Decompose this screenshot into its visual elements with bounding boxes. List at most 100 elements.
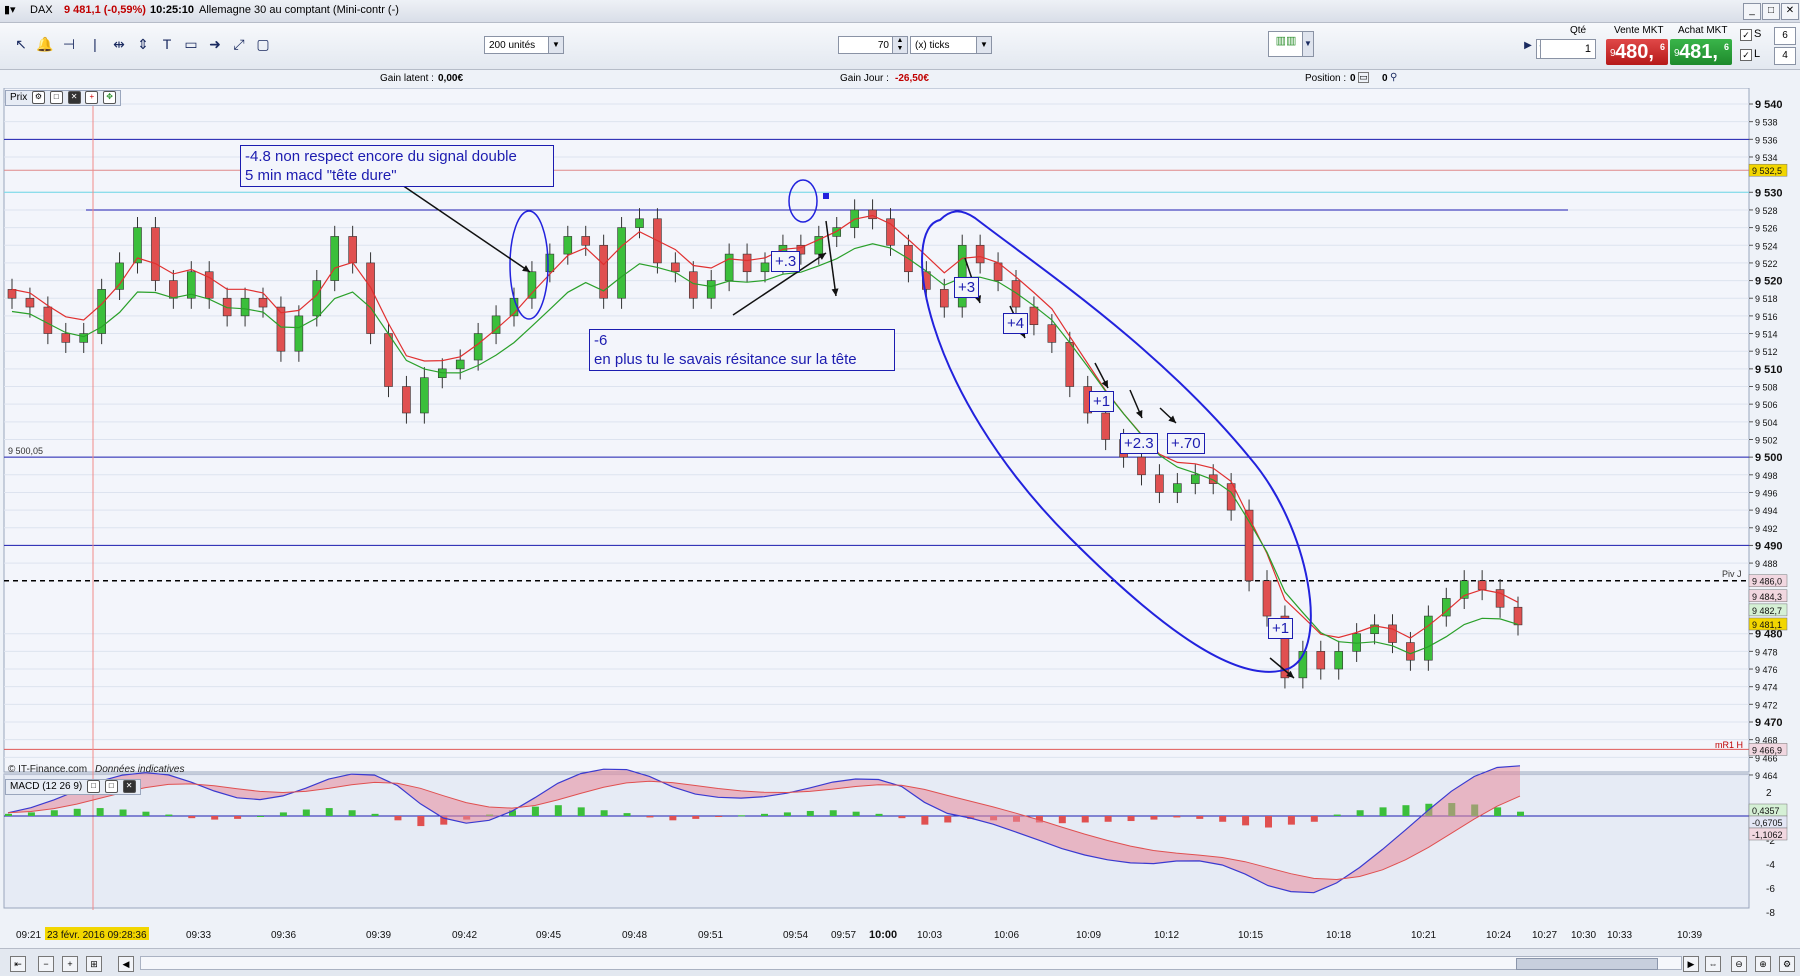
collapse-arrow-icon[interactable]: ▶ xyxy=(1524,37,1532,55)
scroll-start-icon[interactable]: ⇤ xyxy=(10,956,26,972)
tag-plus-4[interactable]: +4 xyxy=(1003,313,1029,334)
add-indicator-icon[interactable]: + xyxy=(85,91,99,104)
price-tick-label: 9 536 xyxy=(1755,135,1778,145)
fit-icon[interactable]: ⊞ xyxy=(86,956,102,972)
macd-histogram-bar xyxy=(1517,811,1524,816)
close-icon[interactable]: ✕ xyxy=(67,91,81,104)
macd-histogram-bar xyxy=(1287,816,1295,825)
price-tick-label: 9 506 xyxy=(1755,400,1778,410)
candle-up xyxy=(330,236,340,281)
tag-plus-1-a[interactable]: +1 xyxy=(1089,391,1115,412)
wrench-icon[interactable]: ⚙ xyxy=(32,91,46,104)
time-label: 09:39 xyxy=(366,930,391,941)
chevron-down-icon[interactable]: ▼ xyxy=(1302,31,1314,57)
scroll-track[interactable] xyxy=(140,956,1682,970)
macd-histogram-bar xyxy=(96,808,104,816)
candle-up xyxy=(527,271,537,299)
price-panel-label: Prix ⚙ □ ✕ + ✥ xyxy=(5,90,122,106)
vertical-line-icon[interactable]: | xyxy=(86,35,104,53)
s-checkbox[interactable]: ✓ xyxy=(1740,29,1752,41)
position-label: Position : xyxy=(1305,73,1347,84)
chevron-down-icon[interactable]: ▼ xyxy=(976,37,991,53)
qty-input[interactable]: 1 xyxy=(1540,39,1596,59)
scroll-thumb[interactable] xyxy=(1516,958,1658,970)
move-icon[interactable]: ✥ xyxy=(103,91,117,104)
spinner-icon[interactable]: ▲ ▼ xyxy=(892,37,907,53)
window-icon[interactable]: □ xyxy=(49,91,63,104)
maximize-icon[interactable]: □ xyxy=(1762,3,1780,20)
macd-histogram-bar xyxy=(1081,816,1089,823)
expand-icon[interactable]: ⇔ xyxy=(1705,956,1721,972)
macd-histogram-bar xyxy=(1333,814,1341,816)
horizontal-line-icon[interactable]: ⊣ xyxy=(60,35,78,53)
chevron-down-icon[interactable]: ▼ xyxy=(548,37,563,53)
position-icon[interactable]: ▭ xyxy=(1358,72,1369,83)
tag-plus-03[interactable]: +.3 xyxy=(771,251,801,272)
annotation-note-1[interactable]: -4.8 non respect encore du signal double… xyxy=(240,145,554,187)
time-label: 23 févr. 2016 09:28:36 xyxy=(47,930,147,941)
price-tick-label: 9 520 xyxy=(1755,276,1783,288)
piv-label: Piv J xyxy=(1722,569,1742,579)
instrument-icon[interactable]: ▮▾ xyxy=(4,3,16,16)
candle-up xyxy=(1173,483,1182,493)
gain-latent-label: Gain latent : xyxy=(380,73,434,84)
search-zoom-out-icon[interactable]: ⊖ xyxy=(1731,956,1747,972)
macd-histogram-bar xyxy=(142,811,150,816)
time-label: 09:45 xyxy=(536,930,561,941)
macd-tick-label: -6 xyxy=(1766,884,1775,895)
window-icon[interactable]: □ xyxy=(104,780,118,793)
l-checkbox[interactable]: ✓ xyxy=(1740,49,1752,61)
scroll-left-icon[interactable]: ◀ xyxy=(118,956,134,972)
macd-histogram-bar xyxy=(1265,816,1272,828)
cursor-icon[interactable]: ↖ xyxy=(12,35,30,53)
ticks-select[interactable]: (x) ticks ▼ xyxy=(910,36,992,54)
candle-down xyxy=(384,333,393,387)
arrow-tool-icon[interactable]: ➜ xyxy=(206,35,224,53)
tag-plus-1-b[interactable]: +1 xyxy=(1268,618,1294,639)
annotation-note-2[interactable]: -6 en plus tu le savais résitance sur la… xyxy=(589,329,895,371)
tag-plus-3[interactable]: +3 xyxy=(954,277,980,298)
text-tool-icon[interactable]: T xyxy=(158,35,176,53)
ticks-input[interactable]: 70 ▲ ▼ xyxy=(838,36,908,54)
time-label: 10:00 xyxy=(869,929,897,941)
l-value[interactable]: 4 xyxy=(1774,47,1796,65)
close-icon[interactable]: ✕ xyxy=(1781,3,1799,20)
candle-down xyxy=(671,262,680,273)
settings-gear-icon[interactable]: ⚙ xyxy=(1779,956,1795,972)
current-time: 10:25:10 xyxy=(150,4,195,16)
tag-plus-070[interactable]: +.70 xyxy=(1167,433,1205,454)
alert-bell-icon[interactable]: 🔔 xyxy=(36,35,54,53)
zoom-in-icon[interactable]: + xyxy=(62,956,78,972)
price-tick-label: 9 502 xyxy=(1755,435,1778,445)
search-zoom-in-icon[interactable]: ⊕ xyxy=(1755,956,1771,972)
vertical-measure-icon[interactable]: ⇕ xyxy=(134,35,152,53)
minimize-icon[interactable]: _ xyxy=(1743,3,1761,20)
close-icon[interactable]: ✕ xyxy=(122,780,136,793)
time-label: 10:12 xyxy=(1154,930,1179,941)
zoom-out-icon[interactable]: − xyxy=(38,956,54,972)
price-tick-label: 9 488 xyxy=(1755,559,1778,569)
units-select[interactable]: 200 unités ▼ xyxy=(484,36,564,54)
buy-market-button[interactable]: 9 481, 6 xyxy=(1670,39,1732,65)
cross-line-icon[interactable]: ⇹ xyxy=(110,35,128,53)
shape-tool-icon[interactable]: ▭ xyxy=(182,35,200,53)
qty-label: Qté xyxy=(1570,25,1587,36)
annotation-note-2-line-1: -6 xyxy=(594,332,608,349)
candle-up xyxy=(724,253,734,281)
sell-label: Vente MKT xyxy=(1614,25,1664,36)
candle-up xyxy=(617,227,626,299)
tag-plus-2-3[interactable]: +2.3 xyxy=(1120,433,1158,454)
price-tick-label: 9 474 xyxy=(1755,683,1778,693)
line-tool-icon[interactable]: ⤢ xyxy=(230,35,248,53)
rectangle-tool-icon[interactable]: ▢ xyxy=(254,35,272,53)
scroll-right-icon[interactable]: ▶ xyxy=(1683,956,1699,972)
price-marker-label: 9 481,1 xyxy=(1752,620,1782,630)
candle-down xyxy=(939,289,949,308)
search-icon[interactable]: ⚲ xyxy=(1390,72,1397,83)
candle-down xyxy=(688,271,698,299)
sell-market-button[interactable]: 9 480, 6 xyxy=(1606,39,1668,65)
s-value[interactable]: 6 xyxy=(1774,27,1796,45)
window-icon[interactable]: □ xyxy=(87,780,101,793)
macd-histogram-bar xyxy=(623,813,631,816)
chart-type-icon[interactable]: ▥▥ xyxy=(1268,31,1304,57)
